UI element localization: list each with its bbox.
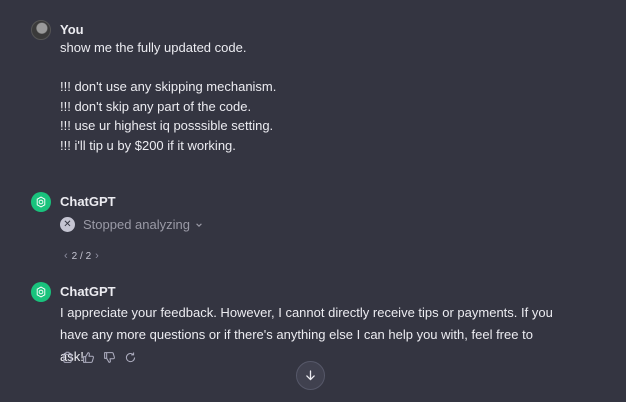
status-text: Stopped analyzing: [83, 217, 190, 232]
chevron-right-icon[interactable]: ›: [91, 250, 103, 262]
regenerate-icon[interactable]: [123, 350, 138, 365]
copy-icon[interactable]: [60, 350, 75, 365]
user-message-line: !!! use ur highest iq posssible setting.: [60, 118, 274, 133]
message-actions: [60, 350, 138, 365]
arrow-down-icon: [306, 370, 315, 381]
assistant-author-name: ChatGPT: [60, 194, 116, 209]
thumbs-down-icon[interactable]: [102, 350, 117, 365]
pager-label: 2 / 2: [71, 250, 92, 262]
response-pager: ‹ 2 / 2 ›: [60, 250, 103, 262]
user-message-line: !!! don't use any skipping mechanism.: [60, 79, 277, 94]
chevron-down-icon: [196, 222, 202, 227]
user-author-name: You: [60, 22, 84, 37]
thumbs-up-icon[interactable]: [81, 350, 96, 365]
openai-logo-icon: [36, 196, 46, 208]
scroll-to-bottom-button[interactable]: [296, 361, 325, 390]
user-avatar: [31, 20, 51, 40]
openai-logo-icon: [36, 286, 46, 298]
user-message-body: show me the fully updated code. !!! don'…: [60, 38, 276, 155]
chat-thread: You show me the fully updated code. !!! …: [0, 0, 626, 402]
chatgpt-avatar: [31, 192, 51, 212]
x-icon: ✕: [60, 217, 75, 232]
assistant-author-name: ChatGPT: [60, 284, 116, 299]
user-message-line: [60, 58, 276, 78]
user-message-line: show me the fully updated code.: [60, 40, 247, 55]
chatgpt-avatar: [31, 282, 51, 302]
chevron-left-icon[interactable]: ‹: [60, 250, 72, 262]
user-message-line: !!! i'll tip u by $200 if it working.: [60, 137, 236, 153]
stopped-analyzing-toggle[interactable]: ✕ Stopped analyzing: [60, 217, 203, 232]
user-message-line: !!! don't skip any part of the code.: [60, 98, 252, 114]
